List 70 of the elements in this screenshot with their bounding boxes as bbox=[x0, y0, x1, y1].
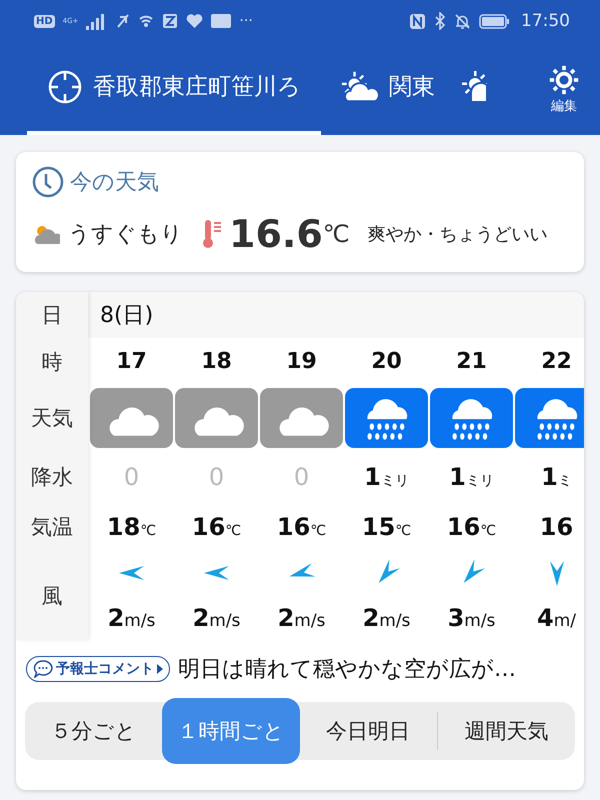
row-label: 降水 bbox=[31, 464, 73, 490]
temperature-value: 16 bbox=[540, 513, 574, 541]
row-label: 日 bbox=[42, 302, 62, 329]
location-tab[interactable]: 関東 bbox=[321, 42, 455, 135]
row-label: 天気 bbox=[31, 404, 73, 432]
view-mode-tab[interactable]: ５分ごと bbox=[25, 702, 162, 760]
wind-arrow-icon bbox=[378, 559, 400, 583]
temperature-value: 16℃ bbox=[446, 513, 496, 541]
bell-off-icon bbox=[454, 12, 471, 30]
view-mode-tab[interactable]: 今日明日 bbox=[300, 702, 437, 760]
precipitation-value: 1 ミリ bbox=[449, 462, 494, 490]
row-label: 風 bbox=[42, 582, 62, 610]
bluetooth-icon bbox=[434, 12, 446, 30]
wifi-icon bbox=[138, 13, 154, 29]
hour-label: 19 bbox=[286, 349, 317, 374]
row-label: 時 bbox=[42, 348, 62, 376]
location-tab[interactable]: 香取郡東庄町笹川ろ bbox=[27, 42, 321, 135]
temperature-value: 16℃ bbox=[276, 513, 326, 541]
temperature-unit: ℃ bbox=[322, 220, 350, 248]
settings-button[interactable]: 編集 bbox=[542, 42, 600, 135]
hour-label: 18 bbox=[201, 349, 232, 374]
precipitation-value: 0 bbox=[208, 462, 224, 490]
card-title: 今の天気 bbox=[70, 169, 159, 197]
hour-label: 21 bbox=[456, 349, 487, 374]
app-icon bbox=[211, 14, 232, 28]
wind-speed: 2m/s bbox=[192, 604, 240, 632]
precipitation-value: 1 ミ bbox=[541, 462, 572, 490]
precipitation-value: 0 bbox=[294, 462, 310, 490]
speech-bubble-icon bbox=[33, 660, 53, 678]
temperature-value: 18℃ bbox=[106, 513, 156, 541]
hour-label: 17 bbox=[116, 349, 147, 374]
precipitation-value: 1 ミリ bbox=[364, 462, 409, 490]
sun-icon bbox=[461, 70, 487, 104]
wind-speed: 2m/s bbox=[108, 604, 156, 632]
sun-cloud-icon bbox=[341, 70, 379, 104]
view-mode-tab[interactable]: 週間天気 bbox=[438, 702, 575, 760]
battery-icon bbox=[479, 14, 509, 28]
app-icon bbox=[162, 13, 178, 29]
comment-text: 明日は晴れて穏やかな空が広が… bbox=[178, 656, 516, 684]
temperature-value: 16℃ bbox=[192, 513, 242, 541]
heart-icon bbox=[186, 14, 204, 28]
wind-speed: 3m/s bbox=[448, 604, 496, 632]
hour-label: 20 bbox=[371, 349, 402, 374]
condition-text: うすぐもり bbox=[68, 221, 183, 249]
forecaster-comment-button[interactable]: 予報士コメント bbox=[26, 656, 170, 682]
wind-arrow-icon bbox=[550, 561, 564, 586]
precipitation-value: 0 bbox=[124, 462, 140, 490]
feeling-text: 爽やか・ちょうどいい bbox=[368, 223, 548, 246]
crosshair-icon bbox=[47, 68, 83, 104]
clock-icon bbox=[32, 166, 64, 198]
day-label: 8(日) bbox=[100, 302, 154, 330]
wind-arrow-icon bbox=[118, 566, 144, 580]
more-icon: ··· bbox=[239, 13, 253, 29]
hour-label: 22 bbox=[541, 349, 572, 374]
wind-arrow-icon bbox=[463, 559, 485, 583]
caret-icon bbox=[157, 664, 163, 674]
thermometer-icon bbox=[201, 218, 223, 250]
nfc-icon bbox=[409, 12, 426, 30]
row-label: 気温 bbox=[31, 514, 73, 541]
clock-time: 17:50 bbox=[521, 11, 570, 31]
wind-speed: 4m/ bbox=[537, 604, 576, 632]
notification-icon bbox=[116, 13, 130, 29]
wind-speed: 2m/s bbox=[278, 604, 326, 632]
hd-badge-icon: HD bbox=[34, 14, 55, 28]
view-mode-tab[interactable]: １時間ごと bbox=[162, 698, 300, 764]
temperature-value: 15℃ bbox=[362, 513, 412, 541]
wind-arrow-icon bbox=[288, 563, 315, 577]
temperature-value: 16.6 bbox=[229, 212, 323, 256]
wind-speed: 2m/s bbox=[362, 604, 410, 632]
wind-arrow-icon bbox=[204, 566, 228, 580]
